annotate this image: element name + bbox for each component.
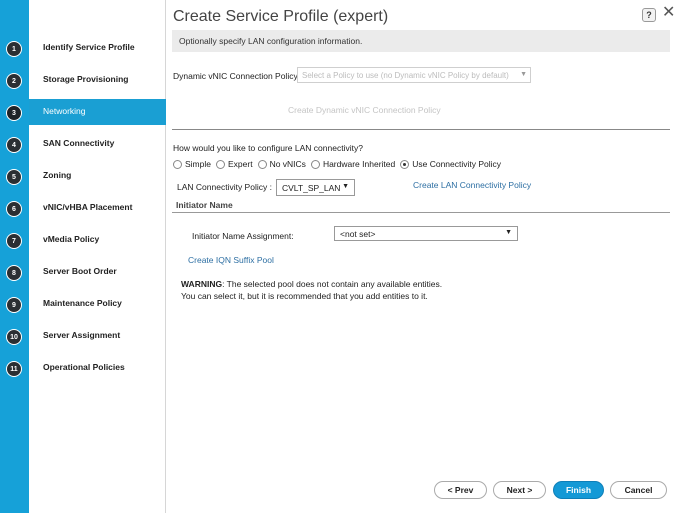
radio-button[interactable] <box>257 159 267 169</box>
wizard-step-10[interactable]: 10 Server Assignment <box>0 323 166 349</box>
radio-label: Hardware Inherited <box>322 159 396 169</box>
cancel-button[interactable]: Cancel <box>610 481 667 499</box>
initiator-divider <box>172 212 670 213</box>
step-number-badge: 10 <box>6 329 22 345</box>
create-dynamic-vnic-link[interactable]: Create Dynamic vNIC Connection Policy <box>288 105 441 115</box>
dialog-title: Create Service Profile (expert) <box>173 8 389 25</box>
step-label: Server Boot Order <box>43 266 117 276</box>
info-banner: Optionally specify LAN configuration inf… <box>172 30 670 52</box>
warning-text-2: You can select it, but it is recommended… <box>181 291 428 301</box>
wizard-step-8[interactable]: 8 Server Boot Order <box>0 259 166 285</box>
wizard-step-1[interactable]: 1 Identify Service Profile <box>0 35 166 61</box>
step-label: Server Assignment <box>43 330 121 340</box>
step-number-badge: 9 <box>6 297 22 313</box>
step-label: vNIC/vHBA Placement <box>43 202 133 212</box>
create-iqn-pool-link[interactable]: Create IQN Suffix Pool <box>188 255 274 265</box>
lan-radio-group: Simple Expert No vNICs Hardware Inherite… <box>173 158 506 170</box>
lan-policy-label: LAN Connectivity Policy : <box>177 182 272 192</box>
dynamic-vnic-select-placeholder: Select a Policy to use (no Dynamic vNIC … <box>302 71 509 80</box>
step-number-badge: 1 <box>6 41 22 57</box>
step-label: SAN Connectivity <box>43 138 115 148</box>
step-label: Maintenance Policy <box>43 298 122 308</box>
radio-button[interactable] <box>215 159 225 169</box>
step-number-badge: 6 <box>6 201 22 217</box>
step-label: Storage Provisioning <box>43 74 129 84</box>
dynamic-vnic-label: Dynamic vNIC Connection Policy: <box>173 71 301 81</box>
wizard-step-4[interactable]: 4 SAN Connectivity <box>0 131 166 157</box>
radio-simple[interactable]: Simple <box>173 159 211 169</box>
radio-label: Expert <box>227 159 253 169</box>
section-divider <box>172 129 670 130</box>
step-number-badge: 8 <box>6 265 22 281</box>
caret-down-icon: ▼ <box>520 71 527 78</box>
radio-expert[interactable]: Expert <box>215 159 253 169</box>
prev-button[interactable]: < Prev <box>434 481 487 499</box>
step-label: Operational Policies <box>43 362 125 372</box>
help-icon[interactable]: ? <box>642 8 656 22</box>
close-icon[interactable]: ✕ <box>662 5 675 21</box>
next-button[interactable]: Next > <box>493 481 546 499</box>
wizard-step-6[interactable]: 6 vNIC/vHBA Placement <box>0 195 166 221</box>
wizard-step-3[interactable]: 3 Networking <box>0 99 166 125</box>
step-label: Zoning <box>43 170 72 180</box>
dialog-main: Create Service Profile (expert) ? ✕ Opti… <box>166 0 684 513</box>
radio-use-connectivity-policy[interactable]: Use Connectivity Policy <box>400 159 501 169</box>
initiator-assignment-value: <not set> <box>340 229 376 239</box>
caret-down-icon: ▼ <box>342 183 349 190</box>
radio-no-vnics[interactable]: No vNICs <box>257 159 306 169</box>
wizard-step-5[interactable]: 5 Zoning <box>0 163 166 189</box>
step-number-badge: 5 <box>6 169 22 185</box>
step-number-badge: 4 <box>6 137 22 153</box>
step-label: Networking <box>43 106 86 116</box>
step-label: Identify Service Profile <box>43 42 135 52</box>
step-number-badge: 3 <box>6 105 22 121</box>
step-number-badge: 11 <box>6 361 22 377</box>
radio-label: No vNICs <box>269 159 306 169</box>
wizard-step-9[interactable]: 9 Maintenance Policy <box>0 291 166 317</box>
initiator-section-title: Initiator Name <box>176 200 233 210</box>
radio-label: Use Connectivity Policy <box>412 159 502 169</box>
initiator-assignment-dropdown[interactable]: <not set> ▼ <box>334 226 518 241</box>
warning-text-1: : The selected pool does not contain any… <box>222 279 443 289</box>
step-label: vMedia Policy <box>43 234 100 244</box>
create-lan-policy-link[interactable]: Create LAN Connectivity Policy <box>413 180 531 190</box>
lan-policy-dropdown[interactable]: CVLT_SP_LAN ▼ <box>276 179 355 196</box>
step-number-badge: 2 <box>6 73 22 89</box>
initiator-assignment-label: Initiator Name Assignment: <box>192 231 294 241</box>
dynamic-vnic-select[interactable]: Select a Policy to use (no Dynamic vNIC … <box>297 67 531 83</box>
radio-button[interactable] <box>310 159 320 169</box>
wizard-step-2[interactable]: 2 Storage Provisioning <box>0 67 166 93</box>
wizard-step-11[interactable]: 11 Operational Policies <box>0 355 166 381</box>
step-number-badge: 7 <box>6 233 22 249</box>
finish-button[interactable]: Finish <box>553 481 604 499</box>
warning-title: WARNING <box>181 279 223 289</box>
radio-hardware-inherited[interactable]: Hardware Inherited <box>310 159 396 169</box>
caret-down-icon: ▼ <box>505 229 512 236</box>
radio-label: Simple <box>185 159 211 169</box>
wizard-step-7[interactable]: 7 vMedia Policy <box>0 227 166 253</box>
radio-button[interactable] <box>173 159 182 169</box>
lan-policy-value: CVLT_SP_LAN <box>282 183 341 193</box>
radio-button-selected[interactable] <box>400 159 410 169</box>
warning-line-1: WARNING: The selected pool does not cont… <box>181 278 442 290</box>
pool-warning: WARNING: The selected pool does not cont… <box>181 278 442 302</box>
lan-question: How would you like to configure LAN conn… <box>173 143 363 153</box>
